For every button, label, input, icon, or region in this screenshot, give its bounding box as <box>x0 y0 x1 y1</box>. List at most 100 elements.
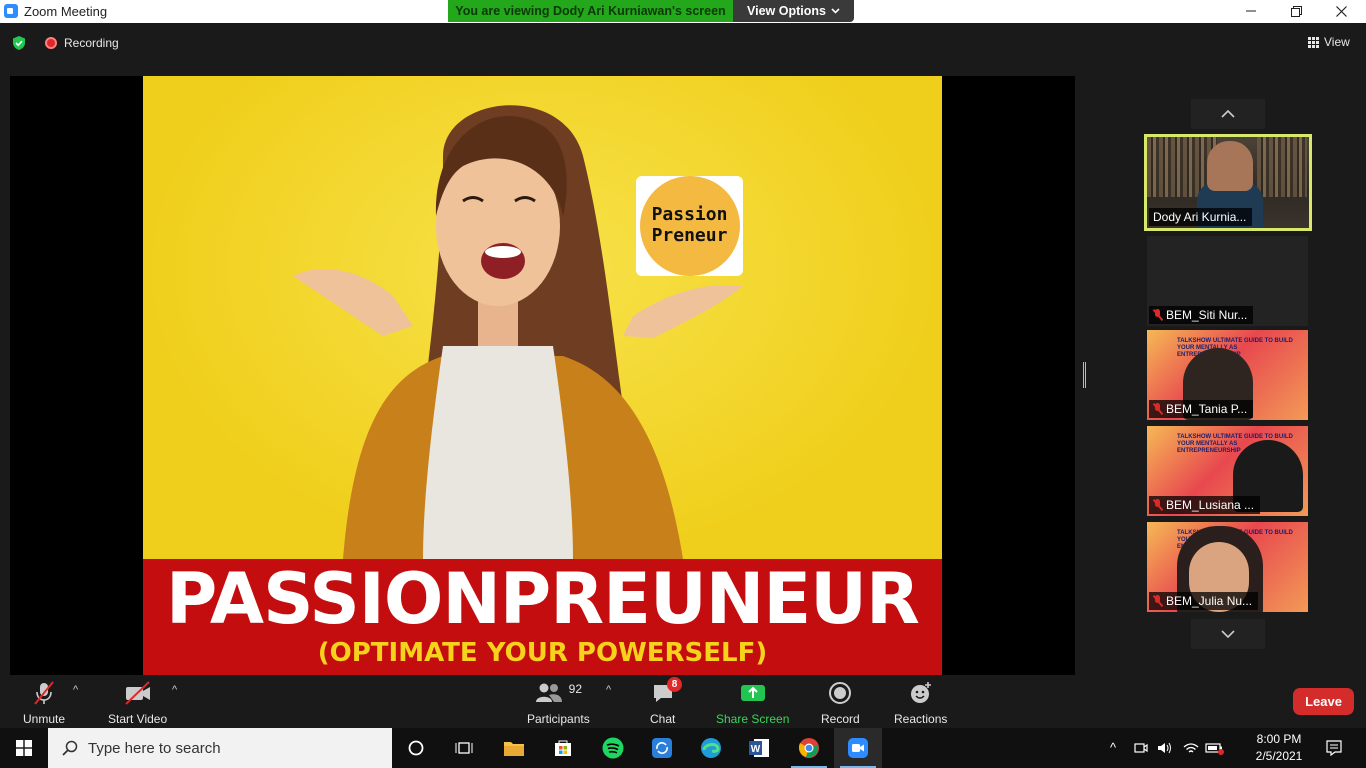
unmute-label: Unmute <box>23 712 66 726</box>
show-hidden-icons-chevron-icon[interactable]: ^ <box>1110 740 1116 755</box>
clock-time: 8:00 PM <box>1256 732 1302 746</box>
slide-subtitle: (OPTIMATE YOUR POWERSELF) <box>317 638 768 668</box>
participant-tile-active-speaker[interactable]: Dody Ari Kurnia... <box>1144 134 1312 231</box>
window-title: Zoom Meeting <box>24 4 108 19</box>
participant-tile[interactable]: TALKSHOW ULTIMATE GUIDE TO BUILD YOUR ME… <box>1147 426 1308 516</box>
participants-options-caret-icon[interactable]: ^ <box>606 684 611 696</box>
edge-taskbar-button[interactable] <box>687 728 735 768</box>
start-video-label: Start Video <box>108 712 168 726</box>
participant-tile[interactable]: TALKSHOW ULTIMATE GUIDE TO BUILD YOUR ME… <box>1147 522 1308 612</box>
close-icon <box>1335 5 1347 17</box>
spotify-taskbar-button[interactable] <box>589 728 637 768</box>
minimize-button[interactable] <box>1228 0 1274 22</box>
battery-icon[interactable] <box>1205 741 1225 755</box>
participant-count: 92 <box>568 682 583 696</box>
mic-muted-icon <box>1153 499 1162 511</box>
task-view-button[interactable] <box>440 728 488 768</box>
meet-now-camera-icon[interactable] <box>1134 741 1148 755</box>
audio-options-caret-icon[interactable]: ^ <box>73 684 78 696</box>
passion-preneur-logo: Passion Preneur <box>636 176 743 276</box>
chevron-down-icon <box>831 8 840 14</box>
slide-title: PASSIONPREUNEUR <box>166 558 920 640</box>
recording-label[interactable]: Recording <box>64 36 119 50</box>
edge-browser-icon <box>701 738 721 758</box>
chat-label: Chat <box>650 712 676 726</box>
view-label: View <box>1324 35 1350 49</box>
clock-date: 2/5/2021 <box>1255 749 1303 763</box>
zoom-window: Zoom Meeting You are viewing Dody Ari Ku… <box>0 0 1366 768</box>
encryption-shield-icon[interactable] <box>11 35 27 51</box>
video-options-caret-icon[interactable]: ^ <box>172 684 177 696</box>
svg-text:W: W <box>751 744 761 755</box>
zoom-video-icon <box>848 738 868 758</box>
microsoft-store-taskbar-button[interactable] <box>539 728 587 768</box>
presentation-slide: Passion Preneur PASSIONPREUNEUR (OPTIMAT… <box>143 76 942 675</box>
participant-tile[interactable]: BEM_Siti Nur... <box>1147 236 1308 326</box>
taskbar-clock[interactable]: 8:00 PM 2/5/2021 <box>1249 731 1309 765</box>
participant-name-label: Dody Ari Kurnia... <box>1149 208 1253 226</box>
participant-name-label: BEM_Julia Nu... <box>1149 592 1259 610</box>
viewing-banner: You are viewing Dody Ari Kurniawan's scr… <box>448 0 733 22</box>
participants-icon <box>535 683 562 702</box>
start-video-button[interactable]: Start Video <box>108 680 167 726</box>
restore-icon <box>1290 5 1302 17</box>
view-options-button[interactable]: View Options <box>733 0 854 22</box>
participants-label: Participants <box>527 712 590 726</box>
reactions-button[interactable]: Reactions <box>894 680 947 726</box>
record-icon <box>829 682 852 704</box>
reactions-label: Reactions <box>894 712 948 726</box>
smiling-woman-image <box>293 105 743 559</box>
chrome-taskbar-button[interactable] <box>785 728 833 768</box>
title-bar: Zoom Meeting You are viewing Dody Ari Ku… <box>0 0 1366 23</box>
slide-photo <box>143 76 942 559</box>
split-resize-handle[interactable] <box>1083 362 1086 388</box>
search-icon <box>62 740 78 756</box>
record-button[interactable]: Record <box>821 680 860 726</box>
word-taskbar-button[interactable]: W <box>735 728 783 768</box>
recycle-sync-icon <box>652 738 672 758</box>
start-button[interactable] <box>0 728 48 768</box>
sync-app-taskbar-button[interactable] <box>638 728 686 768</box>
restore-button[interactable] <box>1273 0 1319 22</box>
participant-name-label: BEM_Siti Nur... <box>1149 306 1254 324</box>
share-screen-label: Share Screen <box>716 712 790 726</box>
search-placeholder: Type here to search <box>88 739 221 757</box>
participant-tile[interactable]: TALKSHOW ULTIMATE GUIDE TO BUILD YOUR ME… <box>1147 330 1308 420</box>
folder-icon <box>504 742 524 756</box>
volume-icon[interactable] <box>1157 741 1173 755</box>
view-button[interactable]: View <box>1308 35 1350 49</box>
microphone-muted-icon <box>34 681 54 705</box>
record-label: Record <box>821 712 860 726</box>
recording-dot-icon <box>45 37 57 49</box>
leave-button[interactable]: Leave <box>1293 688 1354 715</box>
participant-name-label: BEM_Tania P... <box>1149 400 1254 418</box>
minimize-icon <box>1246 10 1256 12</box>
windows-logo-icon <box>16 740 32 756</box>
chevron-up-icon <box>1221 110 1235 118</box>
chat-unread-badge: 8 <box>667 677 682 692</box>
close-button[interactable] <box>1318 0 1364 22</box>
spotify-icon <box>602 737 624 759</box>
unmute-button[interactable]: Unmute <box>23 680 65 726</box>
participants-button[interactable]: 92 Participants <box>527 680 590 726</box>
taskbar-search-box[interactable]: Type here to search <box>48 728 392 768</box>
mic-muted-icon <box>1153 403 1162 415</box>
task-view-icon <box>455 742 473 754</box>
video-camera-off-icon <box>124 681 150 705</box>
logo-circle: Passion Preneur <box>639 176 740 276</box>
meeting-toolbar <box>0 675 1366 728</box>
share-screen-button[interactable]: Share Screen <box>716 680 789 726</box>
reactions-smiley-icon <box>910 682 931 703</box>
wifi-icon[interactable] <box>1183 741 1199 755</box>
logo-line-2: Preneur <box>651 225 728 246</box>
gallery-scroll-up-button[interactable] <box>1191 99 1265 129</box>
cortana-button[interactable] <box>392 728 440 768</box>
action-center-notifications-icon[interactable] <box>1326 740 1342 756</box>
gallery-scroll-down-button[interactable] <box>1191 619 1265 649</box>
zoom-taskbar-button[interactable] <box>834 728 882 768</box>
cortana-circle-icon <box>408 740 424 756</box>
file-explorer-taskbar-button[interactable] <box>490 728 538 768</box>
logo-line-1: Passion <box>651 204 728 226</box>
zoom-app-icon <box>4 4 18 18</box>
chrome-icon <box>798 738 819 758</box>
